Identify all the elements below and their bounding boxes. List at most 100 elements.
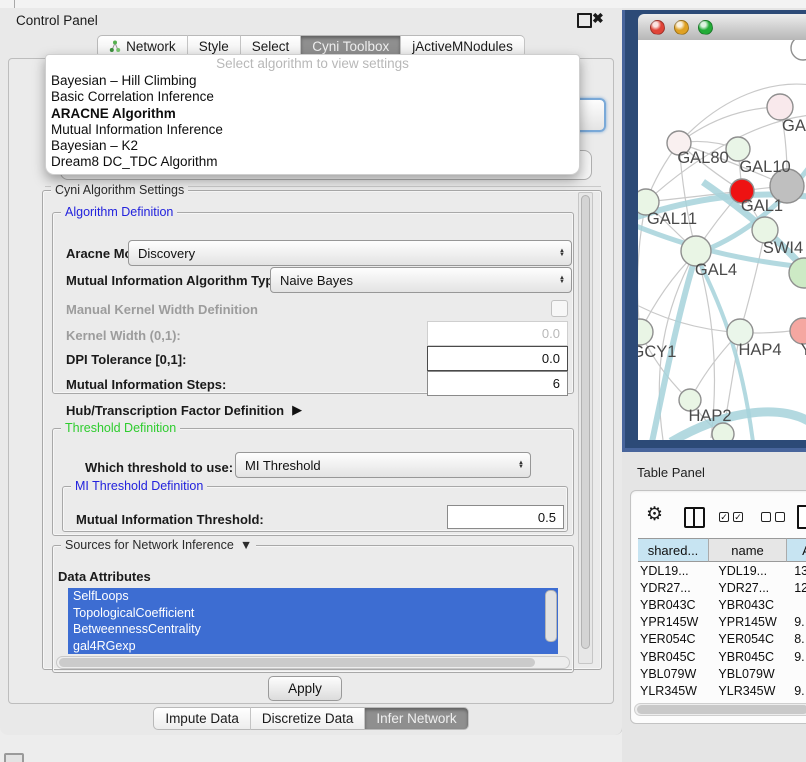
- network-canvas[interactable]: GALGAL80GAL10GAL1GAL11SWI4GAL4GCY1HAP4YH…: [638, 40, 806, 440]
- select-all-columns-icon[interactable]: ✓ ✓: [719, 512, 743, 522]
- mi-threshold-input[interactable]: 0.5: [447, 505, 564, 529]
- cell-value: 8.: [790, 632, 806, 646]
- kernel-width-label: Kernel Width (0,1):: [66, 328, 181, 343]
- cell-shared-name: YBR043C: [631, 598, 704, 612]
- aracne-mode-value: Discovery: [138, 246, 195, 261]
- kernel-width-input[interactable]: 0.0: [427, 321, 568, 346]
- hub-definition-expander[interactable]: Hub/Transcription Factor Definition ▶: [66, 402, 302, 418]
- table-row[interactable]: YDL19... YDL19... 13: [631, 562, 806, 579]
- attributes-hscrollbar-thumb[interactable]: [59, 658, 535, 667]
- network-graph[interactable]: GALGAL80GAL10GAL1GAL11SWI4GAL4GCY1HAP4YH…: [638, 40, 806, 440]
- sources-group-header[interactable]: Sources for Network Inference ▼: [61, 538, 256, 552]
- gear-icon[interactable]: ⚙: [646, 505, 663, 525]
- unchecked-box-icon: [775, 512, 785, 522]
- data-attributes-label: Data Attributes: [58, 569, 151, 584]
- mi-threshold-definition-title: MI Threshold Definition: [71, 479, 207, 493]
- network-tab-icon: [109, 40, 121, 53]
- close-icon[interactable]: ✖: [592, 10, 604, 27]
- export-table-icon[interactable]: [797, 505, 806, 529]
- cell-value: 9.: [790, 650, 806, 664]
- menu-item-algorithm-selected[interactable]: ARACNE Algorithm: [46, 106, 579, 122]
- node-label: Y: [800, 341, 806, 359]
- threshold-definition-title: Threshold Definition: [61, 421, 180, 435]
- tab-jactivemnodules-label: jActiveMNodules: [412, 39, 513, 54]
- mi-steps-input[interactable]: 6: [427, 371, 568, 396]
- algorithm-dropdown-popup: Select algorithm to view settings Bayesi…: [45, 54, 580, 175]
- tab-impute-data[interactable]: Impute Data: [153, 707, 251, 730]
- menu-item-algorithm[interactable]: Basic Correlation Inference: [46, 89, 579, 105]
- apply-button[interactable]: Apply: [268, 676, 342, 701]
- table-hscrollbar[interactable]: [634, 703, 806, 716]
- tab-discretize-data[interactable]: Discretize Data: [251, 707, 366, 730]
- algorithm-dropdown-placeholder: Select algorithm to view settings: [46, 55, 579, 73]
- node-label: GAL4: [695, 261, 737, 279]
- list-item[interactable]: SelfLoops: [68, 588, 558, 605]
- node-label: SWI4: [763, 239, 803, 257]
- which-threshold-value: MI Threshold: [245, 458, 321, 473]
- combo-arrows-icon: ▲▼: [518, 461, 524, 470]
- table-row[interactable]: YBR043C YBR043C: [631, 596, 806, 613]
- top-strip-divider: [14, 0, 15, 8]
- tab-network-label: Network: [126, 39, 176, 54]
- list-item[interactable]: gal4RGexp: [68, 638, 558, 655]
- column-header-partial[interactable]: A: [787, 538, 806, 562]
- mi-type-value: Naive Bayes: [280, 273, 353, 288]
- minimize-traffic-icon[interactable]: [674, 20, 689, 35]
- menu-item-algorithm[interactable]: Bayesian – Hill Climbing: [46, 73, 579, 89]
- dpi-tolerance-input[interactable]: 0.0: [427, 346, 568, 371]
- menu-item-algorithm[interactable]: Mutual Information Inference: [46, 122, 579, 138]
- cell-shared-name: YDL19...: [631, 564, 704, 578]
- panel-corner-icon[interactable]: [4, 753, 24, 762]
- which-threshold-select[interactable]: MI Threshold ▲▼: [235, 452, 531, 478]
- expander-right-icon: ▶: [292, 402, 302, 418]
- column-header-name[interactable]: name: [709, 538, 787, 562]
- aracne-mode-select[interactable]: Discovery ▲▼: [128, 240, 572, 266]
- data-attributes-list: SelfLoops TopologicalCoefficient Between…: [68, 588, 558, 654]
- settings-scrollbar-thumb[interactable]: [581, 195, 590, 649]
- tab-infer-network[interactable]: Infer Network: [365, 707, 468, 730]
- collapse-down-icon: ▼: [240, 538, 252, 552]
- attributes-hscrollbar[interactable]: [56, 656, 570, 669]
- cell-value: 12: [790, 581, 806, 595]
- list-item[interactable]: TopologicalCoefficient: [68, 605, 558, 622]
- table-hscrollbar-thumb[interactable]: [637, 705, 806, 714]
- node-label: GCY1: [638, 343, 676, 361]
- column-header-shared-name[interactable]: shared...: [638, 538, 709, 562]
- checked-box-icon: ✓: [719, 512, 729, 522]
- mi-threshold-label: Mutual Information Threshold:: [76, 512, 264, 527]
- table-row[interactable]: YDR27... YDR27... 12: [631, 579, 806, 596]
- node-label: GAL: [782, 117, 806, 135]
- menu-item-algorithm[interactable]: Bayesian – K2: [46, 138, 579, 154]
- cell-name: YER054C: [704, 632, 790, 646]
- menu-item-algorithm[interactable]: Dream8 DC_TDC Algorithm: [46, 154, 579, 170]
- combo-arrows-icon: ▲▼: [559, 276, 565, 285]
- float-window-icon[interactable]: [577, 13, 592, 28]
- screen: Control Panel ✖ Network Style Select: [0, 0, 806, 762]
- cell-value: 13: [790, 564, 806, 578]
- zoom-traffic-icon[interactable]: [698, 20, 713, 35]
- deselect-all-columns-icon[interactable]: [761, 512, 785, 522]
- table-row[interactable]: YER054C YER054C 8.: [631, 631, 806, 648]
- tab-style-label: Style: [199, 39, 229, 54]
- table-row[interactable]: YPR145W YPR145W 9.: [631, 614, 806, 631]
- table-row[interactable]: YLR345W YLR345W 9.: [631, 682, 806, 699]
- sources-group-title: Sources for Network Inference: [65, 538, 234, 552]
- close-traffic-icon[interactable]: [650, 20, 665, 35]
- hub-definition-label: Hub/Transcription Factor Definition: [66, 403, 284, 418]
- settings-scrollbar[interactable]: [578, 192, 593, 664]
- manual-kernel-width-checkbox[interactable]: [551, 300, 568, 317]
- mi-algorithm-type-select[interactable]: Naive Bayes ▲▼: [270, 267, 572, 293]
- list-item[interactable]: BetweennessCentrality: [68, 621, 558, 638]
- table-row[interactable]: YBL079W YBL079W: [631, 665, 806, 682]
- node-label: HAP4: [738, 341, 781, 359]
- cyni-algorithm-settings-title: Cyni Algorithm Settings: [51, 183, 188, 197]
- tab-infer-network-label: Infer Network: [376, 711, 456, 726]
- attributes-scrollbar-thumb[interactable]: [545, 590, 557, 642]
- network-window-titlebar[interactable]: [638, 14, 806, 41]
- cell-shared-name: YDR27...: [631, 581, 704, 595]
- node-label: GAL10: [739, 158, 790, 176]
- table-row[interactable]: YBR045C YBR045C 9.: [631, 648, 806, 665]
- cell-shared-name: YBL079W: [631, 667, 704, 681]
- cell-name: YBR043C: [704, 598, 790, 612]
- columns-layout-icon[interactable]: [684, 507, 705, 528]
